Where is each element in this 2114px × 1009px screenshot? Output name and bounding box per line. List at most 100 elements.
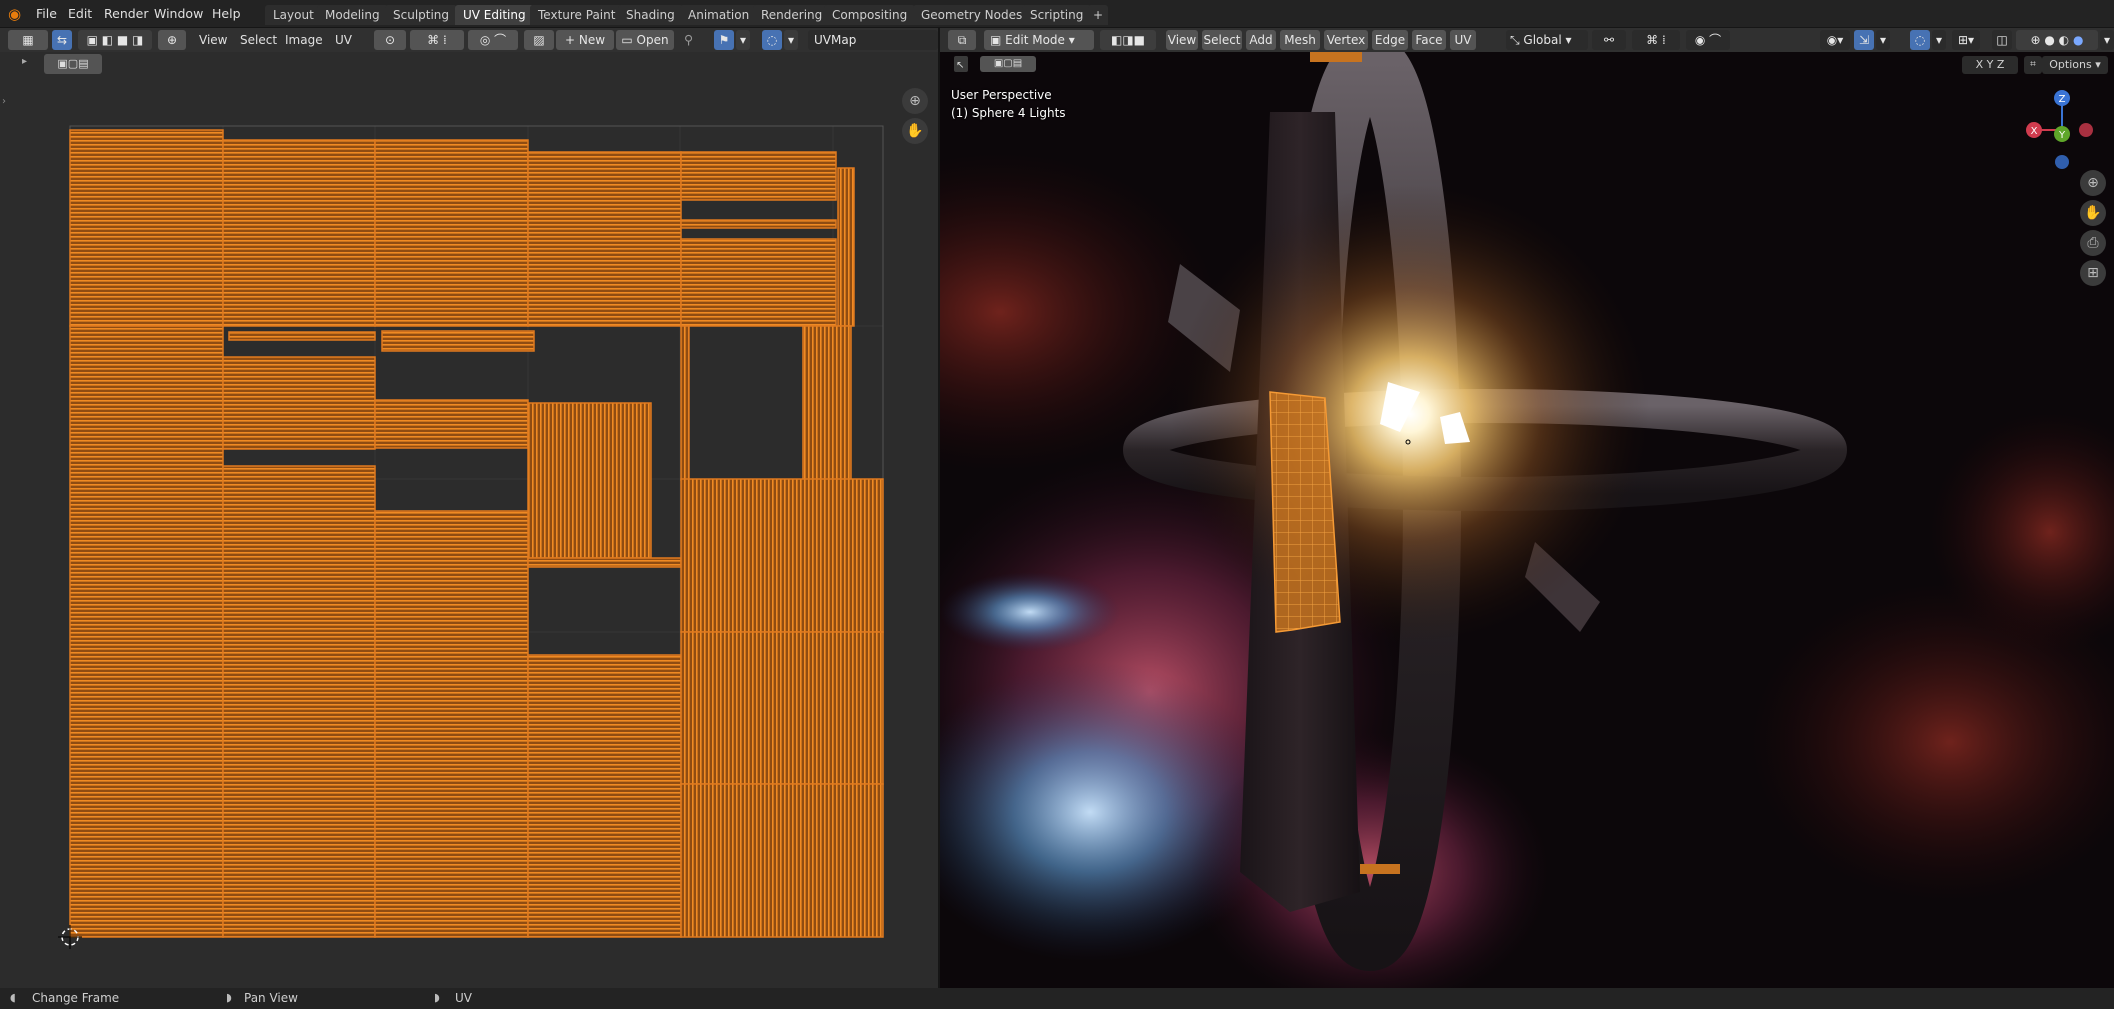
menu-uv-3d[interactable]: UV: [1450, 30, 1476, 50]
display-channels-icon[interactable]: ⚑: [714, 30, 734, 50]
uv-grid-canvas[interactable]: [0, 52, 938, 988]
tab-rendering[interactable]: Rendering: [753, 5, 831, 25]
3d-viewport[interactable]: User Perspective (1) Sphere 4 Lights ↖ ▣…: [940, 52, 2114, 988]
tab-compositing[interactable]: Compositing: [824, 5, 916, 25]
mouse-middle-icon: ◗: [226, 991, 232, 1004]
shading-mode-group[interactable]: ⊕ ● ◐ ●: [2016, 30, 2098, 50]
top-bar: ◉ File Edit Render Window Help Layout Mo…: [0, 0, 2114, 28]
menu-select-3d[interactable]: Select: [1202, 30, 1242, 50]
tab-modeling[interactable]: Modeling: [317, 5, 388, 25]
auto-merge-icon[interactable]: ⌗: [2024, 56, 2042, 74]
menu-face[interactable]: Face: [1412, 30, 1446, 50]
cursor-tool-icon: ↖: [956, 60, 965, 71]
image-browse-dropdown[interactable]: ▨: [524, 30, 554, 50]
wireframe-shading-icon: ⊕ ● ◐: [2030, 33, 2073, 47]
menu-vertex[interactable]: Vertex: [1324, 30, 1368, 50]
toolbar-toggle[interactable]: ↖: [954, 56, 968, 72]
mirror-x[interactable]: X: [1976, 58, 1984, 71]
transform-orientation-dropdown[interactable]: ⤡ Global ▾: [1506, 30, 1588, 50]
menu-image[interactable]: Image: [285, 30, 323, 50]
plus-icon: +: [564, 33, 579, 47]
blender-logo-icon[interactable]: ◉: [8, 6, 24, 22]
status-bar: ◖ Change Frame ◗ Pan View ◗ UV: [0, 988, 2114, 1009]
mouse-right-icon: ◗: [434, 991, 440, 1004]
new-image-button[interactable]: + New: [556, 30, 614, 50]
visibility-dropdown[interactable]: ◉▾: [1820, 30, 1850, 50]
options-dropdown[interactable]: Options ▾: [2042, 56, 2108, 74]
open-image-button[interactable]: ▭ Open: [616, 30, 674, 50]
mode-dropdown[interactable]: ▣ Edit Mode ▾: [984, 30, 1094, 50]
proportional-edit-group[interactable]: ◎ ⌒: [468, 30, 518, 50]
image-icon: ▨: [533, 33, 545, 47]
zoom-icon[interactable]: ⊕: [902, 88, 928, 114]
menu-window[interactable]: Window: [150, 5, 207, 23]
mirror-z[interactable]: Z: [1997, 58, 2005, 71]
shading-dropdown[interactable]: ▾: [2100, 30, 2114, 50]
proportional-3d-group[interactable]: ◉ ⌒: [1686, 30, 1730, 50]
gizmo-dropdown[interactable]: ▾: [1876, 30, 1890, 50]
orientation-icon: ⤡: [1510, 33, 1524, 47]
navigation-gizmo[interactable]: Z X Y: [2022, 86, 2102, 176]
pivot-point-3d-dropdown[interactable]: ⚯: [1592, 30, 1626, 50]
editor-type-dropdown-3d[interactable]: ⧉: [948, 30, 976, 50]
menu-render[interactable]: Render: [100, 5, 153, 23]
gizmo-toggle-icon[interactable]: ⇲: [1854, 30, 1874, 50]
menu-select[interactable]: Select: [240, 30, 277, 50]
select-mode-group[interactable]: ▣ ◧ ■ ◨: [78, 30, 152, 50]
menu-add[interactable]: Add: [1246, 30, 1276, 50]
status-change-frame: Change Frame: [32, 991, 120, 1005]
overlays-3d-icon[interactable]: ◌: [1910, 30, 1930, 50]
hand-pan-icon[interactable]: ✋: [902, 118, 928, 144]
uv-editor-area[interactable]: ▣▢▤ ▸ › ⊕ ✋: [0, 52, 938, 988]
menu-view-3d[interactable]: View: [1166, 30, 1198, 50]
mesh-edit-overlay-dropdown[interactable]: ⊞▾: [1952, 30, 1980, 50]
snap-icon: ⌘ ⁞: [427, 33, 447, 47]
mesh-overlay-icon: ⊞▾: [1957, 33, 1975, 47]
menu-view[interactable]: View: [199, 30, 227, 50]
menu-file[interactable]: File: [32, 5, 61, 23]
grid-toggle-icon[interactable]: ⊞: [2080, 260, 2106, 286]
select-mode-3d-group[interactable]: ◧◨■: [1100, 30, 1156, 50]
status-uv: UV: [455, 991, 472, 1005]
zoom-icon[interactable]: ⊕: [2080, 170, 2106, 196]
overlays-icon[interactable]: ◌: [762, 30, 782, 50]
tab-animation[interactable]: Animation: [680, 5, 758, 25]
pivot-point-dropdown[interactable]: ⊙: [374, 30, 406, 50]
channels-dropdown[interactable]: ▾: [736, 30, 750, 50]
tab-sculpting[interactable]: Sculpting: [385, 5, 458, 25]
hand-pan-icon[interactable]: ✋: [2080, 200, 2106, 226]
snapping-group[interactable]: ⌘ ⁞: [410, 30, 464, 50]
tab-uv-editing[interactable]: UV Editing: [455, 5, 534, 25]
sync-selection-icon[interactable]: ⇆: [52, 30, 72, 50]
menu-edit[interactable]: Edit: [64, 5, 96, 23]
tab-layout[interactable]: Layout: [265, 5, 322, 25]
tab-geometry-nodes[interactable]: Geometry Nodes: [913, 5, 1031, 25]
xray-toggle-icon[interactable]: ◫: [1992, 30, 2012, 50]
chevron-down-icon: ▾: [739, 33, 747, 47]
viewport-render: [940, 52, 2114, 988]
uvmap-selector[interactable]: UVMap: [808, 30, 938, 50]
uv-islands: [69, 129, 884, 938]
snap-3d-group[interactable]: ⌘ ⁞: [1632, 30, 1680, 50]
tab-shading[interactable]: Shading: [618, 5, 683, 25]
pivot-icon: ⚯: [1603, 33, 1615, 47]
camera-icon[interactable]: ⎙: [2080, 230, 2106, 256]
overlays-3d-dropdown[interactable]: ▾: [1932, 30, 1946, 50]
select-mode-toggle-3d[interactable]: ▣▢▤: [980, 56, 1036, 72]
add-workspace-button[interactable]: +: [1088, 5, 1109, 25]
overlays-dropdown[interactable]: ▾: [784, 30, 798, 50]
editor-type-dropdown[interactable]: ▦: [8, 30, 48, 50]
tab-scripting[interactable]: Scripting: [1022, 5, 1092, 25]
mirror-y[interactable]: Y: [1987, 58, 1994, 71]
tab-texture-paint[interactable]: Texture Paint: [530, 5, 624, 25]
edit-mode-icon: ▣: [990, 33, 1006, 47]
sticky-mode-dropdown[interactable]: ⊕: [158, 30, 186, 50]
menu-uv[interactable]: UV: [335, 30, 352, 50]
menu-help[interactable]: Help: [208, 5, 245, 23]
folder-icon: ▭: [621, 33, 637, 47]
menu-mesh[interactable]: Mesh: [1280, 30, 1320, 50]
chevron-down-icon: ▾: [2103, 33, 2111, 47]
mirror-axis-toggles[interactable]: X Y Z: [1962, 56, 2018, 74]
menu-edge[interactable]: Edge: [1372, 30, 1408, 50]
pin-icon[interactable]: ⚲: [684, 32, 693, 47]
